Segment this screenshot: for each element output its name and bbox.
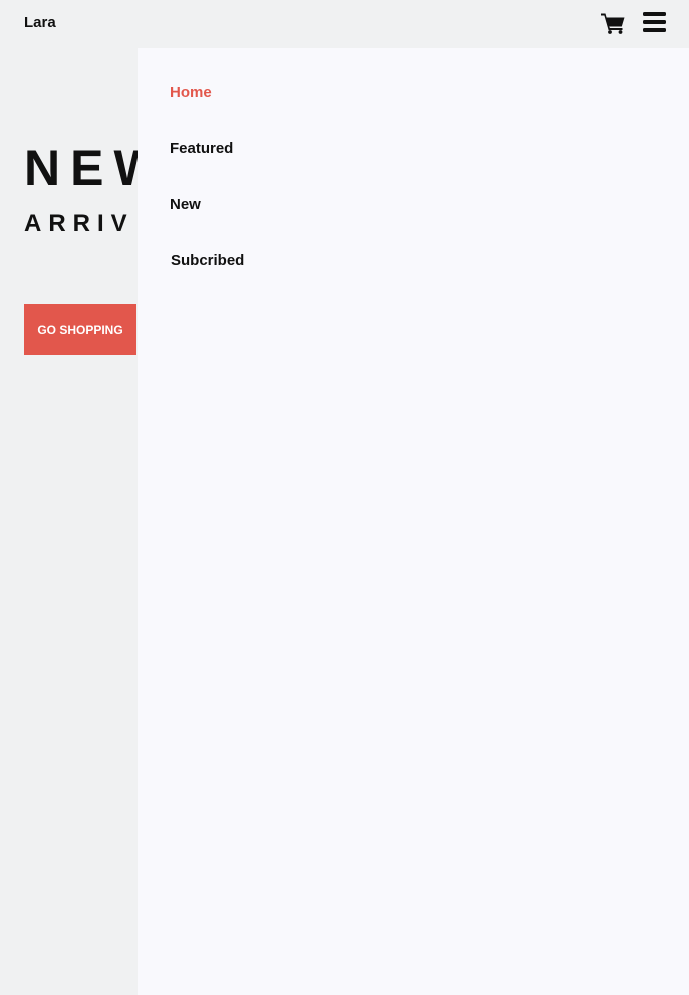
nav-item-subcribed[interactable]: Subcribed: [171, 252, 244, 270]
hamburger-menu-icon[interactable]: [643, 12, 666, 32]
nav-item-home[interactable]: Home: [170, 84, 212, 102]
nav-item-new[interactable]: New: [170, 196, 201, 214]
hero-subtitle: ARRIV: [24, 210, 134, 237]
nav-item-featured[interactable]: Featured: [170, 140, 233, 158]
brand-logo-link[interactable]: Lara: [24, 14, 56, 32]
go-shopping-button[interactable]: GO SHOPPING: [24, 304, 136, 355]
navigation-drawer: Home Featured New Subcribed: [138, 48, 689, 995]
shopping-cart-icon[interactable]: [601, 12, 625, 34]
top-bar: Lara: [0, 0, 689, 48]
